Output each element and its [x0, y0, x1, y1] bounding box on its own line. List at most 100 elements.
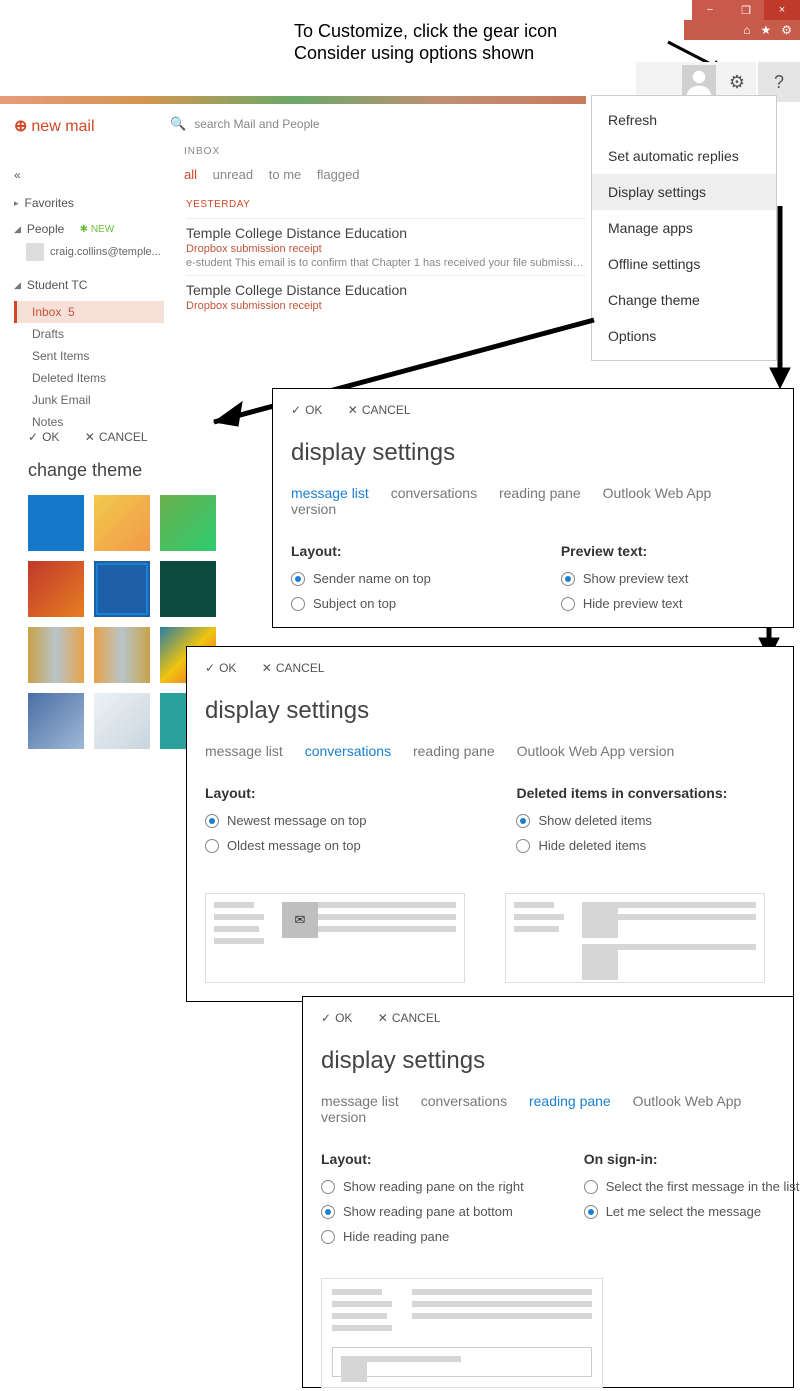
radio-icon [291, 572, 305, 586]
close-button[interactable]: × [764, 0, 800, 20]
message-from: Temple College Distance Education [186, 282, 586, 298]
user-avatar[interactable] [682, 65, 716, 99]
settings-gear-button[interactable]: ⚙ [722, 65, 752, 99]
reading-pane-preview-thumbnail [321, 1278, 603, 1388]
folder-junk[interactable]: Junk Email [14, 389, 164, 411]
folder-inbox[interactable]: Inbox 5 [14, 301, 164, 323]
theme-swatch-selected[interactable] [94, 561, 150, 617]
folder-list: Inbox 5 Drafts Sent Items Deleted Items … [14, 301, 164, 433]
maximize-button[interactable]: ❐ [728, 0, 764, 20]
tab-owa-version[interactable]: Outlook Web App version [517, 743, 675, 759]
theme-swatch[interactable] [28, 561, 84, 617]
radio-newest-on-top[interactable]: Newest message on top [205, 813, 366, 828]
radio-pane-bottom[interactable]: Show reading pane at bottom [321, 1204, 524, 1219]
theme-swatch[interactable] [160, 561, 216, 617]
folder-sent[interactable]: Sent Items [14, 345, 164, 367]
filter-all[interactable]: all [184, 167, 197, 182]
annotation-line2: Consider using options shown [294, 42, 557, 64]
tab-conversations[interactable]: conversations [305, 743, 391, 759]
radio-icon [321, 1205, 335, 1219]
close-icon: ✕ [348, 403, 358, 417]
panel-tabs: message list conversations reading pane … [291, 485, 775, 517]
account-header[interactable]: ◢Student TC [14, 275, 164, 295]
radio-let-me-select[interactable]: Let me select the message [584, 1204, 800, 1219]
tab-message-list[interactable]: message list [205, 743, 283, 759]
annotation-line1: To Customize, click the gear icon [294, 20, 557, 42]
panel-title: display settings [291, 439, 775, 467]
tab-message-list[interactable]: message list [291, 485, 369, 501]
deleted-items-heading: Deleted items in conversations: [516, 785, 727, 801]
theme-swatch[interactable] [94, 495, 150, 551]
display-settings-reading-pane-panel: ✓OK ✕CANCEL display settings message lis… [302, 996, 794, 1388]
radio-hide-deleted[interactable]: Hide deleted items [516, 838, 727, 853]
radio-pane-right[interactable]: Show reading pane on the right [321, 1179, 524, 1194]
radio-icon [584, 1205, 598, 1219]
people-contact[interactable]: craig.collins@temple... [14, 239, 164, 265]
menu-change-theme[interactable]: Change theme [592, 282, 776, 318]
message-item[interactable]: Temple College Distance Education Dropbo… [186, 275, 586, 312]
theme-swatch[interactable] [94, 627, 150, 683]
panel-tabs: message list conversations reading pane … [205, 743, 775, 759]
radio-hide-preview[interactable]: Hide preview text [561, 596, 689, 611]
ok-button[interactable]: ✓OK [291, 403, 322, 417]
date-group-header: YESTERDAY [186, 199, 250, 210]
menu-offline-settings[interactable]: Offline settings [592, 246, 776, 282]
theme-swatch[interactable] [28, 627, 84, 683]
cancel-button[interactable]: ✕CANCEL [348, 403, 411, 417]
theme-swatch[interactable] [28, 495, 84, 551]
ok-button[interactable]: ✓OK [321, 1011, 352, 1025]
filter-to-me[interactable]: to me [269, 167, 302, 182]
chevron-right-icon: ▸ [14, 198, 19, 209]
theme-swatch[interactable] [28, 693, 84, 749]
filter-unread[interactable]: unread [213, 167, 253, 182]
tab-reading-pane[interactable]: reading pane [529, 1093, 611, 1109]
tab-conversations[interactable]: conversations [391, 485, 477, 501]
theme-swatch[interactable] [160, 495, 216, 551]
collapse-nav-button[interactable]: « [14, 165, 164, 185]
check-icon: ✓ [291, 403, 301, 417]
panel-tabs: message list conversations reading pane … [321, 1093, 775, 1125]
panel-title: display settings [321, 1047, 775, 1075]
tab-reading-pane[interactable]: reading pane [499, 485, 581, 501]
minimize-button[interactable]: − [692, 0, 728, 20]
folder-drafts[interactable]: Drafts [14, 323, 164, 345]
check-icon: ✓ [28, 430, 38, 444]
arrow-to-panel1 [766, 204, 796, 394]
people-header[interactable]: ◢People ✱ NEW [14, 219, 164, 239]
theme-swatch[interactable] [94, 693, 150, 749]
radio-pane-hide[interactable]: Hide reading pane [321, 1229, 524, 1244]
tab-message-list[interactable]: message list [321, 1093, 399, 1109]
radio-oldest-on-top[interactable]: Oldest message on top [205, 838, 366, 853]
tab-conversations[interactable]: conversations [421, 1093, 507, 1109]
folder-deleted[interactable]: Deleted Items [14, 367, 164, 389]
menu-refresh[interactable]: Refresh [592, 102, 776, 138]
radio-sender-on-top[interactable]: Sender name on top [291, 571, 431, 586]
home-icon[interactable]: ⌂ [743, 23, 750, 37]
menu-automatic-replies[interactable]: Set automatic replies [592, 138, 776, 174]
radio-icon [321, 1180, 335, 1194]
radio-select-first[interactable]: Select the first message in the list [584, 1179, 800, 1194]
message-item[interactable]: Temple College Distance Education Dropbo… [186, 218, 586, 269]
message-subject: Dropbox submission receipt [186, 300, 586, 312]
menu-options[interactable]: Options [592, 318, 776, 354]
tools-gear-icon[interactable]: ⚙ [781, 23, 792, 37]
cancel-button[interactable]: ✕CANCEL [262, 661, 325, 675]
tab-reading-pane[interactable]: reading pane [413, 743, 495, 759]
search-input[interactable]: 🔍search Mail and People [170, 116, 580, 132]
menu-display-settings[interactable]: Display settings [592, 174, 776, 210]
ok-button[interactable]: ✓OK [28, 430, 59, 444]
cancel-button[interactable]: ✕CANCEL [85, 430, 148, 444]
radio-subject-on-top[interactable]: Subject on top [291, 596, 431, 611]
favorites-header[interactable]: ▸Favorites [14, 193, 164, 213]
ok-button[interactable]: ✓OK [205, 661, 236, 675]
menu-manage-apps[interactable]: Manage apps [592, 210, 776, 246]
radio-show-preview[interactable]: Show preview text [561, 571, 689, 586]
layout-heading: Layout: [291, 543, 431, 559]
change-theme-title: change theme [28, 460, 228, 481]
favorites-star-icon[interactable]: ★ [760, 23, 771, 37]
new-mail-button[interactable]: ⊕new mail [14, 116, 95, 136]
filter-flagged[interactable]: flagged [317, 167, 360, 182]
radio-show-deleted[interactable]: Show deleted items [516, 813, 727, 828]
radio-icon [291, 597, 305, 611]
cancel-button[interactable]: ✕CANCEL [378, 1011, 441, 1025]
